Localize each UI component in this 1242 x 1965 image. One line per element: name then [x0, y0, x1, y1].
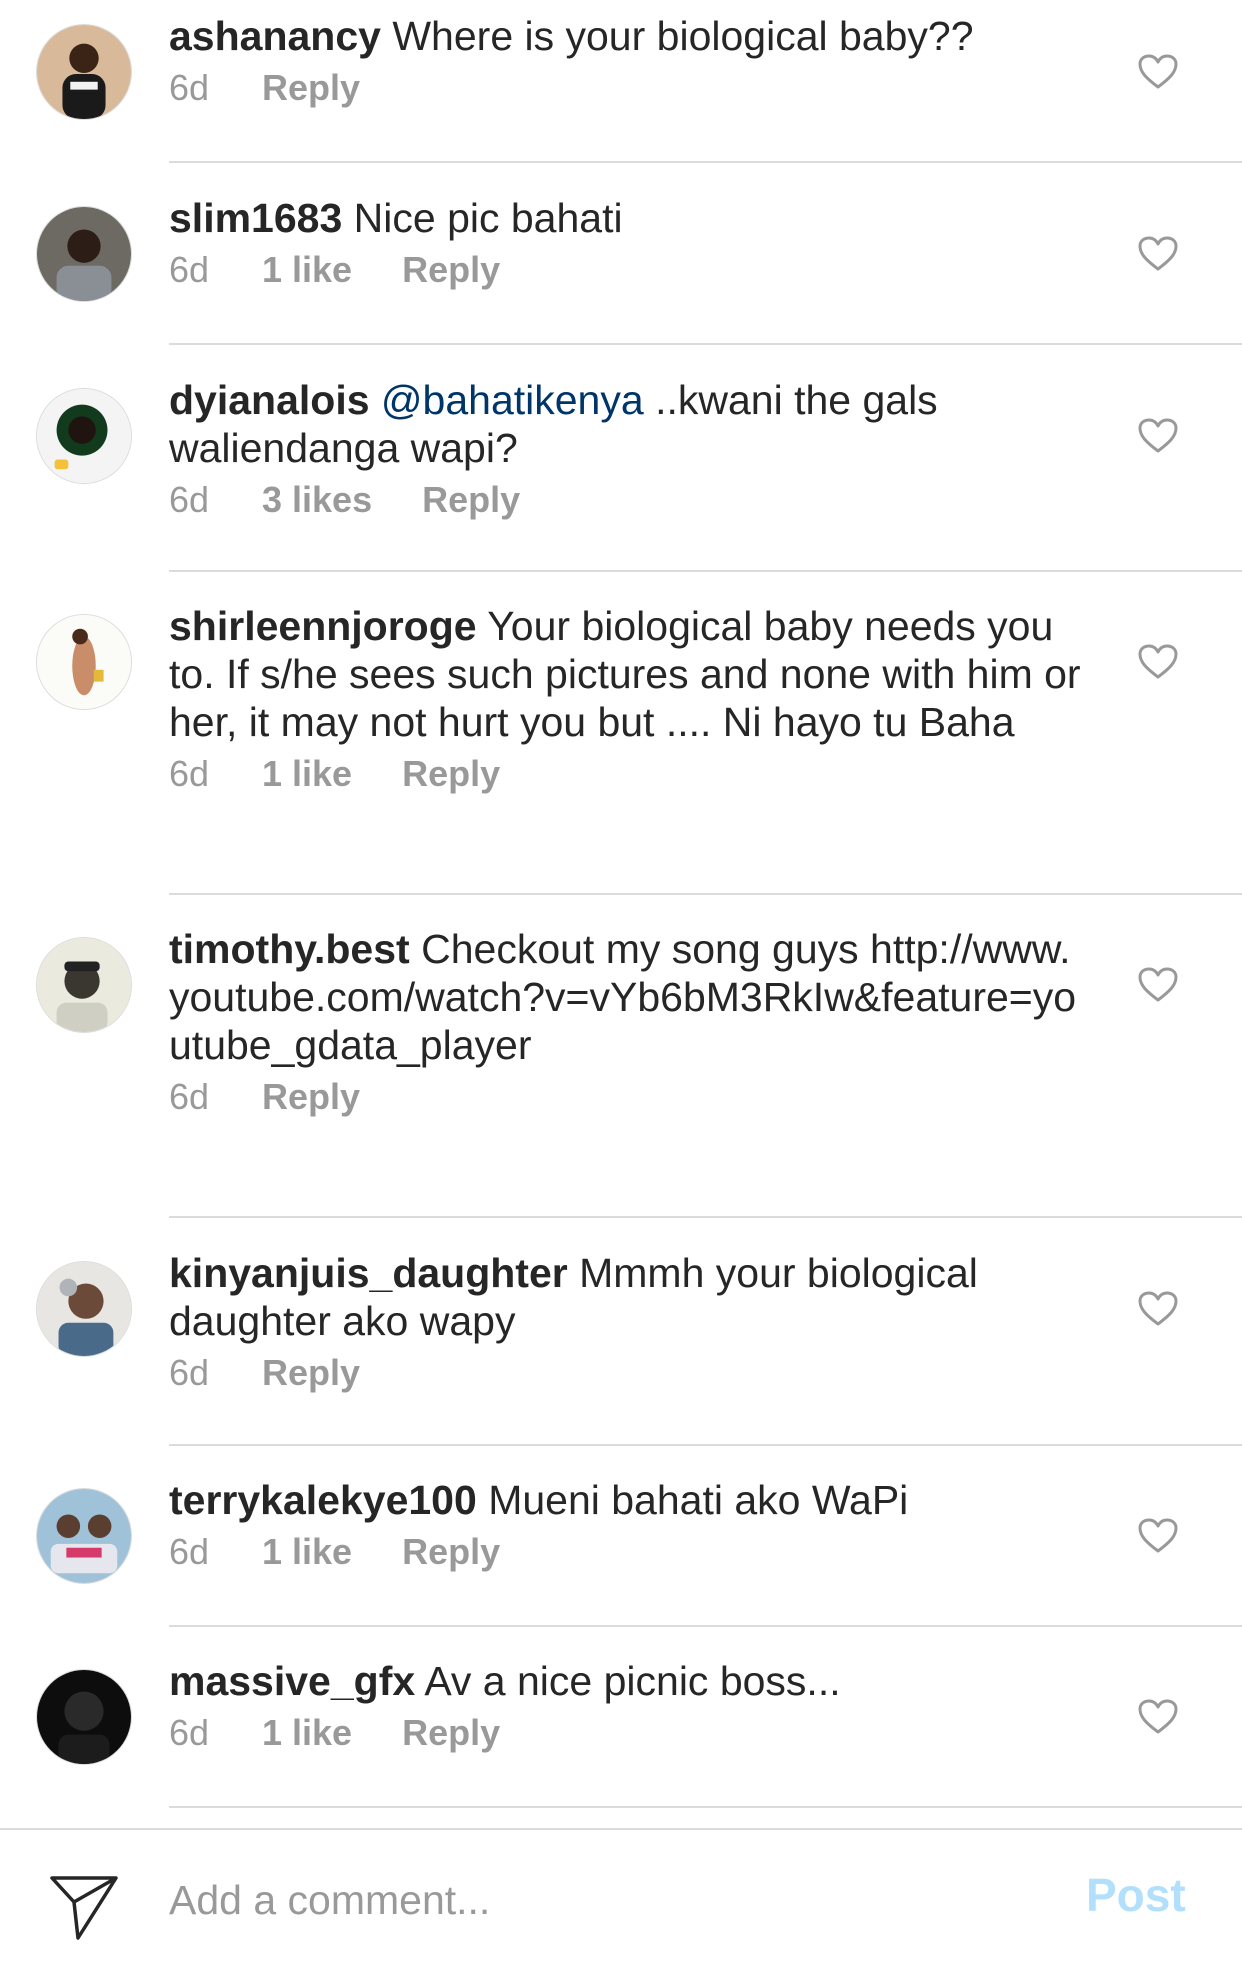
heart-outline-icon[interactable]: [1138, 1518, 1178, 1554]
comment-username[interactable]: kinyanjuis_daughter: [169, 1250, 568, 1296]
comment-divider: [169, 893, 1242, 895]
comment-meta: 6d Reply: [169, 1073, 1084, 1121]
heart-outline-icon[interactable]: [1138, 1699, 1178, 1735]
comment-text: shirleennjoroge Your biological baby nee…: [169, 602, 1084, 746]
comment-text: timothy.best Checkout my song guys http:…: [169, 925, 1084, 1069]
comment-meta: 6d 1 like Reply: [169, 246, 1084, 294]
comment-mention[interactable]: @bahatikenya: [381, 377, 644, 423]
comment-divider: [169, 1216, 1242, 1218]
comment-likes[interactable]: 1 like: [262, 1528, 352, 1576]
comment-text: terrykalekye100 Mueni bahati ako WaPi: [169, 1476, 1084, 1524]
comment-age: 6d: [169, 479, 210, 520]
comment-meta: 6d Reply: [169, 1349, 1084, 1397]
comment-age: 6d: [169, 1352, 210, 1393]
comment-username[interactable]: shirleennjoroge: [169, 603, 477, 649]
comment-meta: 6d 3 likes Reply: [169, 476, 1084, 524]
reply-button[interactable]: Reply: [262, 1076, 360, 1117]
comment-body: Where is your biological baby??: [392, 13, 974, 59]
comment-username[interactable]: timothy.best: [169, 926, 410, 972]
comment-likes[interactable]: 1 like: [262, 750, 352, 798]
comment-meta: 6d 1 like Reply: [169, 750, 1084, 798]
comment-username[interactable]: dyianalois: [169, 377, 370, 423]
reply-button[interactable]: Reply: [402, 753, 500, 794]
comment-username[interactable]: slim1683: [169, 195, 342, 241]
comment-meta: 6d 1 like Reply: [169, 1709, 1084, 1757]
comment-text: slim1683 Nice pic bahati: [169, 194, 1084, 242]
heart-outline-icon[interactable]: [1138, 54, 1178, 90]
comment-age: 6d: [169, 1531, 210, 1572]
avatar[interactable]: [36, 24, 132, 120]
avatar[interactable]: [36, 614, 132, 710]
comment-username[interactable]: massive_gfx: [169, 1658, 415, 1704]
reply-button[interactable]: Reply: [262, 67, 360, 108]
comment-body: Mueni bahati ako WaPi: [488, 1477, 909, 1523]
avatar[interactable]: [36, 1488, 132, 1584]
avatar[interactable]: [36, 206, 132, 302]
avatar[interactable]: [36, 1669, 132, 1765]
reply-button[interactable]: Reply: [402, 1531, 500, 1572]
heart-outline-icon[interactable]: [1138, 1291, 1178, 1327]
comment-divider: [169, 1806, 1242, 1808]
reply-button[interactable]: Reply: [262, 1352, 360, 1393]
comment-divider: [169, 1444, 1242, 1446]
comment-text: dyianalois @bahatikenya ..kwani the gals…: [169, 376, 1084, 472]
comment-likes[interactable]: 3 likes: [262, 476, 372, 524]
comment-username[interactable]: terrykalekye100: [169, 1477, 477, 1523]
avatar[interactable]: [36, 388, 132, 484]
comment-text: ashanancy Where is your biological baby?…: [169, 12, 1084, 60]
comment-divider: [169, 1625, 1242, 1627]
paper-plane-icon[interactable]: [48, 1872, 120, 1944]
comment-likes[interactable]: 1 like: [262, 1709, 352, 1757]
comment-meta: 6d Reply: [169, 64, 1084, 112]
avatar[interactable]: [36, 937, 132, 1033]
heart-outline-icon[interactable]: [1138, 236, 1178, 272]
comment-likes[interactable]: 1 like: [262, 246, 352, 294]
comment-age: 6d: [169, 753, 210, 794]
comment-divider: [169, 161, 1242, 163]
reply-button[interactable]: Reply: [402, 1712, 500, 1753]
comment-age: 6d: [169, 67, 210, 108]
heart-outline-icon[interactable]: [1138, 644, 1178, 680]
comment-divider: [169, 343, 1242, 345]
comment-body: Av a nice picnic boss...: [424, 1658, 841, 1704]
comment-composer: Post: [0, 1828, 1242, 1965]
comment-text: kinyanjuis_daughter Mmmh your biological…: [169, 1249, 1084, 1345]
reply-button[interactable]: Reply: [402, 249, 500, 290]
comment-age: 6d: [169, 249, 210, 290]
comment-text: massive_gfx Av a nice picnic boss...: [169, 1657, 1084, 1705]
heart-outline-icon[interactable]: [1138, 418, 1178, 454]
comment-input[interactable]: [169, 1870, 1029, 1930]
comment-age: 6d: [169, 1076, 210, 1117]
comment-username[interactable]: ashanancy: [169, 13, 381, 59]
post-button[interactable]: Post: [1086, 1868, 1186, 1922]
reply-button[interactable]: Reply: [422, 479, 520, 520]
comment-age: 6d: [169, 1712, 210, 1753]
comment-meta: 6d 1 like Reply: [169, 1528, 1084, 1576]
avatar[interactable]: [36, 1261, 132, 1357]
comment-divider: [169, 570, 1242, 572]
comment-body: Nice pic bahati: [353, 195, 623, 241]
heart-outline-icon[interactable]: [1138, 967, 1178, 1003]
